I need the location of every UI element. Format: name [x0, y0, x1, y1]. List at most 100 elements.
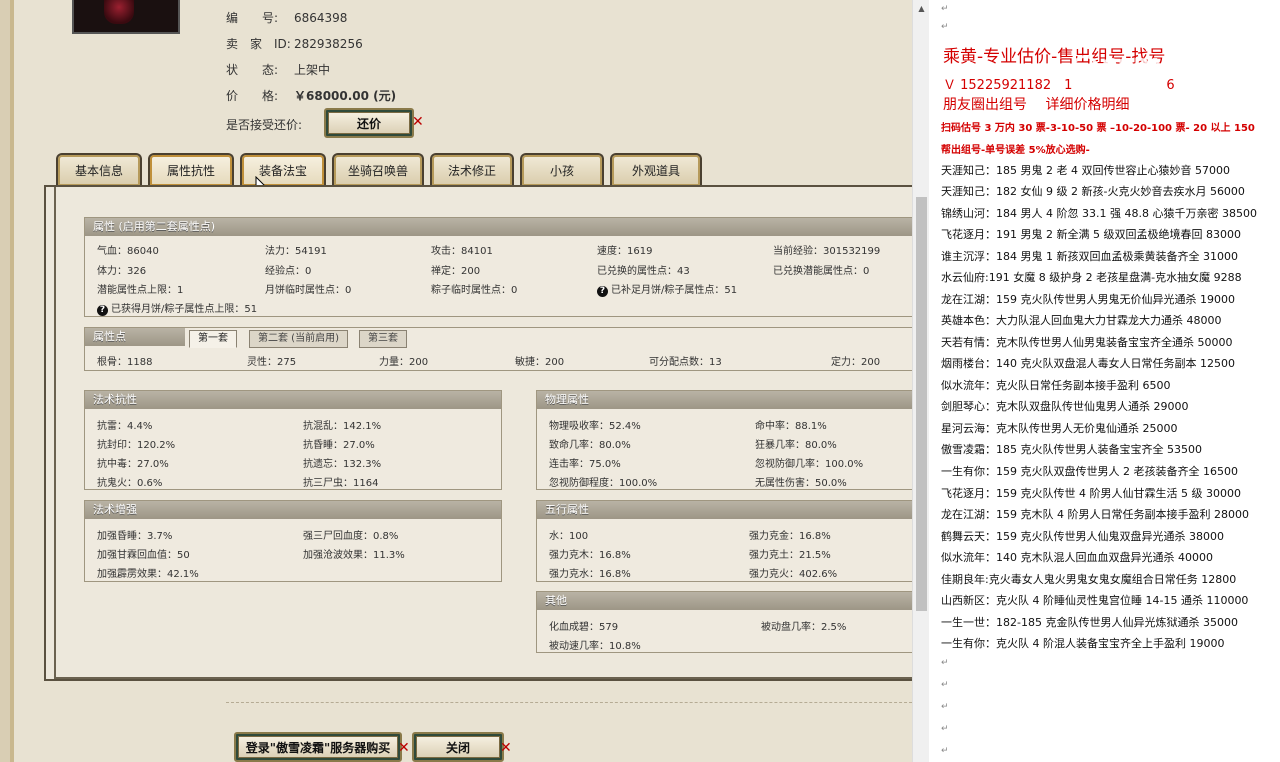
- doc-line: 飞花逐月：191 男鬼 2 新全满 5 级双回孟极绝境春回 83000: [941, 228, 1241, 241]
- attr-header: 属性 (启用第二套属性点): [85, 218, 923, 236]
- watermark-logo-icon: [1072, 54, 1098, 81]
- stat-filled: ? 已补足月饼/粽子属性点：51: [597, 281, 737, 297]
- doc-line: 似水流年：140 克木队混人回血血双盘异光通杀 40000: [941, 551, 1213, 564]
- point-lingxing: 灵性：275: [247, 357, 297, 368]
- close-x-icon: ✕: [412, 114, 424, 130]
- other-cell: 被动盘几率：2.5%: [761, 622, 847, 633]
- doc-line: 似水流年：克火队日常任务副本接手盈利 6500: [941, 379, 1171, 392]
- point-liliang: 力量：200: [379, 357, 429, 368]
- stat-chan: 禅定：200: [431, 266, 481, 277]
- login-buy-button[interactable]: 登录"傲雪凌霜"服务器购买: [234, 732, 402, 762]
- doc-line: 山西新区：克火队 4 阶睡仙灵性鬼宫位睡 14-15 通杀 110000: [941, 594, 1249, 607]
- number-label: 编 号:: [226, 11, 279, 25]
- vertical-scrollbar[interactable]: ▲: [912, 0, 929, 762]
- resist-cell: 抗中毒：27.0%: [97, 459, 169, 470]
- phys-cell: 命中率：88.1%: [755, 421, 827, 432]
- stat-exp: 当前经验：301532199: [773, 246, 881, 257]
- stat-obtained-text: 已获得月饼/粽子属性点上限：51: [111, 304, 258, 315]
- doc-line: 一生有你：159 克火队双盘传世男人 2 老孩装备齐全 16500: [941, 465, 1238, 478]
- boost-cell: 加强甘霖回血值：50: [97, 550, 190, 561]
- boost-cell: 加强霹雳效果：42.1%: [97, 569, 199, 580]
- stat-speed: 速度：1619: [597, 246, 653, 257]
- close-button[interactable]: 关闭: [412, 732, 504, 762]
- info-seller: 卖 家 ID: 282938256: [226, 35, 363, 52]
- bargain-button[interactable]: 还价: [324, 108, 414, 138]
- five-cell: 水：100: [549, 531, 589, 542]
- doc-line: 烟雨楼台：140 克火队双盘混人毒女人日常任务副本 12500: [941, 357, 1235, 370]
- resist-cell: 抗昏睡：27.0%: [303, 440, 375, 451]
- subtab-set1[interactable]: 第一套: [189, 330, 237, 348]
- stat-zongzi-temp: 粽子临时属性点：0: [431, 285, 518, 296]
- doc-line: 天涯知己：185 男鬼 2 老 4 双回传世容止心猿妙音 57000: [941, 164, 1230, 177]
- scroll-thumb[interactable]: [916, 197, 927, 611]
- stat-obtained: ? 已获得月饼/粽子属性点上限：51: [97, 300, 257, 316]
- stat-attack: 攻击：84101: [431, 246, 493, 257]
- subtab-set2[interactable]: 第二套 (当前启用): [249, 330, 348, 348]
- phys-cell: 忽视防御程度：100.0%: [549, 478, 658, 489]
- phys-cell: 连击率：75.0%: [549, 459, 621, 470]
- doc-rule-1: 扫码估号 3 万内 30 票-3-10-50 票 –10-20-100 票- 2…: [941, 123, 1255, 134]
- paragraph-mark-icon: ↵: [941, 746, 949, 756]
- boost-cell: 加强昏睡：3.7%: [97, 531, 173, 542]
- info-price: 价 格: ￥68000.00 (元): [226, 87, 396, 104]
- point-dingli: 定力：200: [831, 357, 881, 368]
- bargain-label: 是否接受还价:: [226, 118, 303, 132]
- phys-cell: 狂暴几率：80.0%: [755, 440, 837, 451]
- status-value: 上架中: [294, 63, 331, 77]
- attributes-panel: 属性 (启用第二套属性点) 气血：86040 法力：54191 攻击：84101…: [44, 185, 924, 681]
- doc-line: 一生一世：182-185 克金队传世男人仙异光炼狱通杀 35000: [941, 616, 1238, 629]
- doc-phone-a: Ｖ 15225921182 1: [943, 78, 1073, 93]
- doc-line: 星河云海：克木队传世男人无价鬼仙通杀 25000: [941, 422, 1178, 435]
- price-label: 价 格:: [226, 89, 279, 103]
- subtab-set3[interactable]: 第三套: [359, 330, 407, 348]
- point-available: 可分配点数：13: [649, 357, 722, 368]
- stat-potential-max: 潜能属性点上限：1: [97, 285, 184, 296]
- tab-spell-mods[interactable]: 法术修正: [430, 153, 514, 186]
- paragraph-mark-icon: ↵: [941, 702, 949, 712]
- stat-filled-text: 已补足月饼/粽子属性点：51: [611, 285, 738, 296]
- number-value: 6864398: [294, 11, 348, 25]
- resist-cell: 抗鬼火：0.6%: [97, 478, 163, 489]
- paragraph-mark-icon: ↵: [941, 724, 949, 734]
- document-pane: ↵ ↵ 乘黄-专业估价-售出组号-找号 Ｖ 15225921182 16 CSD…: [929, 0, 1280, 762]
- resist-cell: 抗遗忘：132.3%: [303, 459, 382, 470]
- phys-cell: 物理吸收率：52.4%: [549, 421, 641, 432]
- doc-line: 水云仙府:191 女魔 8 级护身 2 老孩星盘满-克水抽女魔 9288: [941, 271, 1242, 284]
- phys-header: 物理属性: [537, 391, 923, 409]
- help-icon[interactable]: ?: [597, 286, 608, 297]
- doc-subtitle: 朋友圈出组号 详细价格明细: [943, 97, 1130, 113]
- doc-line: 鹤舞云天：159 克火队传世男人仙鬼双盘异光通杀 38000: [941, 530, 1224, 543]
- stat-exchanged: 已兑换的属性点：43: [597, 266, 690, 277]
- stat-hp: 气血：86040: [97, 246, 159, 257]
- price-value: ￥68000.00 (元): [294, 89, 397, 103]
- points-header: 属性点: [85, 328, 185, 346]
- resist-header: 法术抗性: [85, 391, 501, 409]
- close-button-label: 关闭: [416, 736, 500, 758]
- resist-cell: 抗封印：120.2%: [97, 440, 176, 451]
- stat-stamina: 体力：326: [97, 266, 147, 277]
- other-header: 其他: [537, 592, 923, 610]
- tab-child[interactable]: 小孩: [520, 153, 604, 186]
- stat-exp-points: 经验点：0: [265, 266, 312, 277]
- tab-attributes[interactable]: 属性抗性: [148, 153, 234, 186]
- doc-line: 一生有你：克火队 4 阶混人装备宝宝齐全上手盈利 19000: [941, 637, 1225, 650]
- tab-basic-info[interactable]: 基本信息: [56, 153, 142, 186]
- five-cell: 强力克土：21.5%: [749, 550, 831, 561]
- doc-line: 谁主沉浮：184 男鬼 1 新孩双回血孟极乘黄装备齐全 31000: [941, 250, 1238, 263]
- help-icon[interactable]: ?: [97, 305, 108, 316]
- phys-panel: 物理属性 物理吸收率：52.4% 命中率：88.1% 致命几率：80.0% 狂暴…: [536, 390, 924, 490]
- scroll-up-icon[interactable]: ▲: [913, 0, 930, 17]
- tab-equipment[interactable]: 装备法宝: [240, 153, 326, 186]
- doc-line: 英雄本色：大力队混人回血鬼大力甘霖龙大力通杀 48000: [941, 314, 1222, 327]
- five-cell: 强力克木：16.8%: [549, 550, 631, 561]
- seller-label: 卖 家 ID:: [226, 37, 291, 51]
- tab-mounts[interactable]: 坐骑召唤兽: [332, 153, 424, 186]
- stat-mooncake-temp: 月饼临时属性点：0: [265, 285, 352, 296]
- bargain-button-label: 还价: [328, 112, 410, 134]
- info-status: 状 态: 上架中: [226, 61, 330, 78]
- other-cell: 化血成碧：579: [549, 622, 619, 633]
- point-minjie: 敏捷：200: [515, 357, 565, 368]
- tab-appearance[interactable]: 外观道具: [610, 153, 702, 186]
- paragraph-mark-icon: ↵: [941, 658, 949, 668]
- boost-header: 法术增强: [85, 501, 501, 519]
